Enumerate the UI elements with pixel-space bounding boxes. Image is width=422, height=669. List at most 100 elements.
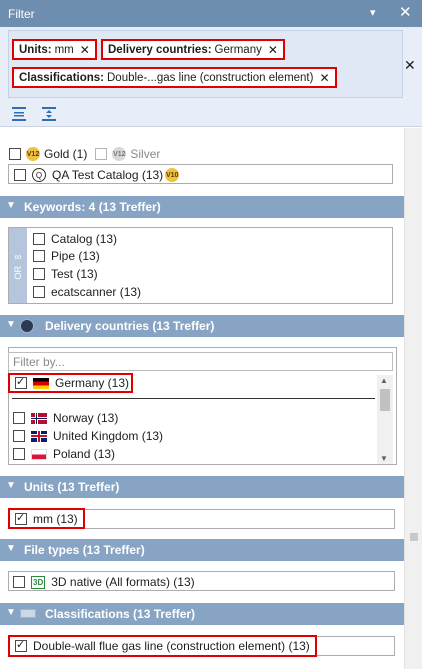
keyword-label: Pipe (13) bbox=[51, 249, 100, 263]
keyword-checkbox[interactable] bbox=[33, 268, 45, 280]
filetype-checkbox[interactable] bbox=[13, 576, 25, 588]
chip-key: Classifications: bbox=[19, 71, 104, 84]
chip-value: Double-...gas line (construction element… bbox=[107, 71, 314, 84]
operator-label: OR bbox=[13, 265, 23, 280]
gold-badge-icon: V12 bbox=[26, 147, 40, 161]
chevron-down-icon: ▼ bbox=[6, 543, 16, 554]
chip-delivery-countries[interactable]: Delivery countries: Germany ✕ bbox=[101, 39, 285, 60]
keywords-header-label: Keywords: 4 (13 Treffer) bbox=[24, 200, 161, 214]
scroll-up-icon[interactable]: ▲ bbox=[380, 376, 388, 385]
filetype-label: 3D native (All formats) (13) bbox=[51, 575, 195, 589]
scroll-thumb[interactable] bbox=[380, 389, 390, 411]
classification-checkbox[interactable] bbox=[15, 638, 27, 652]
chip-key: Units: bbox=[19, 43, 52, 56]
scroll-down-icon[interactable]: ▼ bbox=[380, 454, 388, 463]
classifications-section-header[interactable]: ▼ Classifications (13 Treffer) bbox=[0, 603, 404, 625]
delivery-section-header[interactable]: ▼ Delivery countries (13 Treffer) bbox=[0, 315, 404, 337]
country-item[interactable]: United Kingdom (13) bbox=[13, 429, 373, 443]
units-header-label: Units (13 Treffer) bbox=[24, 480, 120, 494]
country-item[interactable]: Norway (13) bbox=[13, 411, 373, 425]
country-checkbox[interactable] bbox=[13, 430, 25, 442]
keyword-checkbox[interactable] bbox=[33, 233, 45, 245]
classification-label: Double-wall flue gas line (construction … bbox=[33, 639, 310, 653]
filetype-item[interactable]: 3D 3D native (All formats) (13) bbox=[13, 575, 383, 589]
active-filters-bar: Units: mm ✕ Delivery countries: Germany … bbox=[0, 27, 422, 127]
scroll-thumb[interactable] bbox=[410, 533, 418, 541]
3d-native-icon: 3D bbox=[31, 575, 46, 589]
country-label: Germany (13) bbox=[55, 376, 130, 390]
country-filter-input[interactable] bbox=[8, 352, 393, 371]
filetypes-box: 3D 3D native (All formats) (13) bbox=[8, 571, 395, 591]
norway-flag-icon bbox=[31, 412, 47, 424]
rating-row: V12 Gold (1) V12 Silver bbox=[9, 147, 404, 161]
filter-panel[interactable]: V12 Gold (1) V12 Silver Q QA Test Catalo… bbox=[0, 128, 404, 669]
title-bar: Filter ▾ ✕ bbox=[0, 0, 422, 27]
gold-label: Gold (1) bbox=[44, 147, 88, 161]
expand-all-icon[interactable] bbox=[11, 106, 27, 122]
country-label: United Kingdom (13) bbox=[53, 429, 164, 443]
keyword-label: Catalog (13) bbox=[51, 232, 118, 246]
unit-label: mm (13) bbox=[33, 511, 78, 526]
keyword-item[interactable]: Pipe (13) bbox=[33, 249, 393, 263]
or-operator-toggle[interactable]: ∞ OR bbox=[9, 228, 27, 303]
silver-label: Silver bbox=[130, 147, 161, 161]
chevron-down-icon: ▼ bbox=[6, 200, 16, 211]
catalog-label: QA Test Catalog (13) bbox=[52, 168, 164, 182]
collapse-all-icon[interactable] bbox=[41, 106, 57, 122]
country-list-scrollbar[interactable]: ▲ ▼ bbox=[377, 375, 393, 464]
chip-units[interactable]: Units: mm ✕ bbox=[12, 39, 97, 60]
catalog-row[interactable]: Q QA Test Catalog (13) V10 bbox=[14, 168, 384, 182]
catalog-icon: Q bbox=[32, 168, 46, 182]
country-checkbox[interactable] bbox=[13, 412, 25, 424]
uk-flag-icon bbox=[31, 430, 47, 442]
remove-chip-icon[interactable]: ✕ bbox=[80, 43, 90, 57]
silver-checkbox[interactable] bbox=[95, 148, 108, 160]
germany-flag-icon bbox=[33, 377, 49, 389]
link-icon: ∞ bbox=[14, 251, 22, 263]
catalog-badge-icon: V10 bbox=[165, 168, 180, 182]
remove-chip-icon[interactable]: ✕ bbox=[319, 71, 329, 85]
delivery-header-label: Delivery countries (13 Treffer) bbox=[45, 319, 215, 333]
keywords-section-header[interactable]: ▼ Keywords: 4 (13 Treffer) bbox=[0, 196, 404, 218]
filetypes-section-header[interactable]: ▼ File types (13 Treffer) bbox=[0, 539, 404, 561]
chip-area: Units: mm ✕ Delivery countries: Germany … bbox=[8, 30, 403, 98]
unit-item-selected[interactable]: mm (13) bbox=[8, 508, 85, 529]
poland-flag-icon bbox=[31, 448, 47, 460]
globe-icon bbox=[20, 319, 34, 333]
silver-badge-icon: V12 bbox=[112, 147, 127, 161]
pin-icon[interactable]: ▾ bbox=[370, 6, 376, 19]
country-label: Poland (13) bbox=[53, 447, 116, 461]
close-icon[interactable]: ✕ bbox=[399, 3, 412, 21]
main-scrollbar[interactable] bbox=[404, 128, 422, 669]
gold-checkbox[interactable] bbox=[9, 148, 21, 160]
window-title: Filter bbox=[8, 6, 35, 21]
chevron-down-icon: ▼ bbox=[6, 319, 16, 330]
country-checkbox[interactable] bbox=[15, 375, 27, 389]
chip-value: mm bbox=[54, 43, 74, 56]
keyword-item[interactable]: ecatscanner (13) bbox=[33, 285, 393, 299]
keyword-checkbox[interactable] bbox=[33, 250, 45, 262]
chip-classifications[interactable]: Classifications: Double-...gas line (con… bbox=[12, 67, 337, 88]
classifications-header-label: Classifications (13 Treffer) bbox=[45, 607, 196, 621]
country-label: Norway (13) bbox=[53, 411, 119, 425]
keyword-item[interactable]: Catalog (13) bbox=[33, 232, 393, 246]
chevron-down-icon: ▼ bbox=[6, 480, 16, 491]
keyword-label: ecatscanner (13) bbox=[51, 285, 142, 299]
catalog-checkbox[interactable] bbox=[14, 169, 26, 181]
country-item-selected[interactable]: Germany (13) bbox=[8, 373, 133, 393]
unit-checkbox[interactable] bbox=[15, 511, 27, 525]
remove-chip-icon[interactable]: ✕ bbox=[268, 43, 278, 57]
chip-key: Delivery countries: bbox=[108, 43, 212, 56]
classification-item-selected[interactable]: Double-wall flue gas line (construction … bbox=[8, 635, 317, 657]
clear-all-filters-icon[interactable]: ✕ bbox=[404, 57, 416, 74]
divider bbox=[12, 398, 375, 399]
units-section-header[interactable]: ▼ Units (13 Treffer) bbox=[0, 476, 404, 498]
chevron-down-icon: ▼ bbox=[6, 607, 16, 618]
keyword-checkbox[interactable] bbox=[33, 286, 45, 298]
catalog-box: Q QA Test Catalog (13) V10 bbox=[8, 164, 393, 184]
country-item[interactable]: Poland (13) bbox=[13, 447, 373, 461]
classification-icon bbox=[20, 609, 36, 618]
keyword-item[interactable]: Test (13) bbox=[33, 267, 393, 281]
chip-value: Germany bbox=[214, 43, 262, 56]
country-checkbox[interactable] bbox=[13, 448, 25, 460]
